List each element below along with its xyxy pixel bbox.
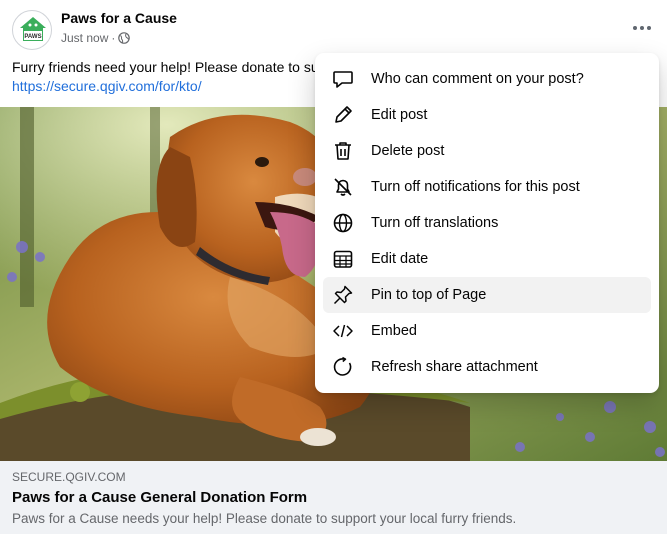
link-description: Paws for a Cause needs your help! Please…	[12, 511, 517, 526]
menu-item-label: Pin to top of Page	[371, 287, 487, 303]
post-header: PAWS Paws for a Cause Just now ·	[0, 0, 667, 56]
post-options-menu: Who can comment on your post? Edit post …	[315, 53, 659, 393]
timestamp[interactable]: Just now	[61, 31, 108, 45]
calendar-icon	[331, 247, 355, 271]
menu-item-refresh-attachment[interactable]: Refresh share attachment	[323, 349, 651, 385]
code-icon	[331, 319, 355, 343]
menu-item-turn-off-translations[interactable]: Turn off translations	[323, 205, 651, 241]
menu-item-label: Refresh share attachment	[371, 359, 538, 375]
trash-icon	[331, 139, 355, 163]
refresh-icon	[331, 355, 355, 379]
globe-icon	[331, 211, 355, 235]
more-options-button[interactable]	[626, 14, 658, 42]
menu-item-label: Edit date	[371, 251, 429, 267]
menu-item-edit-date[interactable]: Edit date	[323, 241, 651, 277]
more-dot-icon	[633, 26, 637, 30]
link-title[interactable]: Paws for a Cause General Donation Form	[12, 489, 307, 506]
speech-bubble-icon	[331, 67, 355, 91]
bell-off-icon	[331, 175, 355, 199]
separator: ·	[111, 31, 116, 45]
post-meta: Just now ·	[61, 31, 131, 45]
menu-item-embed[interactable]: Embed	[323, 313, 651, 349]
paws-logo: PAWS	[20, 17, 46, 41]
menu-item-label: Turn off translations	[371, 215, 499, 231]
avatar[interactable]: PAWS	[12, 10, 52, 50]
menu-item-label: Who can comment on your post?	[371, 71, 584, 87]
svg-text:PAWS: PAWS	[24, 34, 41, 40]
pencil-icon	[331, 103, 355, 127]
page-name[interactable]: Paws for a Cause	[61, 10, 177, 26]
more-dot-icon	[647, 26, 651, 30]
menu-item-who-can-comment[interactable]: Who can comment on your post?	[323, 61, 651, 97]
menu-item-label: Delete post	[371, 143, 445, 159]
link-preview-card[interactable]: SECURE.QGIV.COM Paws for a Cause General…	[0, 461, 667, 534]
menu-item-pin-to-top[interactable]: Pin to top of Page	[323, 277, 651, 313]
more-dot-icon	[640, 26, 644, 30]
globe-icon[interactable]	[118, 32, 131, 44]
menu-item-delete-post[interactable]: Delete post	[323, 133, 651, 169]
menu-item-label: Edit post	[371, 107, 428, 123]
menu-item-turn-off-notifications[interactable]: Turn off notifications for this post	[323, 169, 651, 205]
menu-item-label: Embed	[371, 323, 417, 339]
link-domain: SECURE.QGIV.COM	[12, 470, 126, 484]
menu-item-label: Turn off notifications for this post	[371, 179, 580, 195]
menu-item-edit-post[interactable]: Edit post	[323, 97, 651, 133]
pin-icon	[331, 283, 355, 307]
